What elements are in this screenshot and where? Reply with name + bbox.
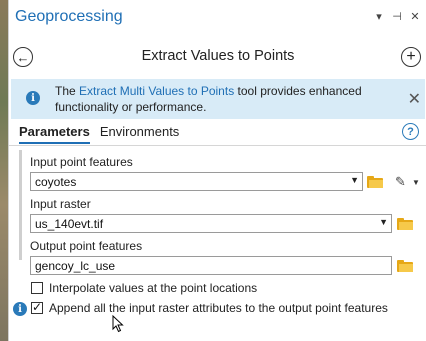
banner-suffix: tool provides enhanced bbox=[234, 84, 362, 98]
chevron-down-icon[interactable]: ▼ bbox=[379, 217, 388, 227]
output-point-features-value: gencoy_lc_use bbox=[35, 259, 116, 273]
output-point-features-input[interactable]: gencoy_lc_use bbox=[30, 256, 392, 275]
banner-line2: functionality or performance. bbox=[55, 100, 207, 114]
append-label: Append all the input raster attributes t… bbox=[49, 301, 388, 315]
input-raster-combo[interactable]: us_140evt.tif ▼ bbox=[30, 214, 392, 233]
pin-icon[interactable]: ⊣ bbox=[391, 10, 403, 23]
input-raster-label: Input raster bbox=[30, 197, 91, 211]
tool-tabs: Parameters Environments bbox=[19, 124, 179, 144]
info-banner: i The Extract Multi Values to Points too… bbox=[11, 79, 425, 119]
banner-close-icon[interactable]: ✕ bbox=[408, 89, 421, 109]
tool-title: Extract Values to Points bbox=[141, 48, 295, 64]
titlebar-icons: ▾ ⊣ ✕ bbox=[373, 10, 421, 23]
browse-folder-icon[interactable] bbox=[367, 176, 383, 188]
banner-tool-link[interactable]: Extract Multi Values to Points bbox=[79, 84, 234, 98]
menu-down-icon[interactable]: ▾ bbox=[373, 10, 385, 23]
tab-environments[interactable]: Environments bbox=[100, 124, 179, 144]
tabs-divider bbox=[9, 145, 426, 146]
output-point-features-label: Output point features bbox=[30, 239, 143, 253]
banner-text: The Extract Multi Values to Points tool … bbox=[55, 83, 395, 115]
tab-parameters[interactable]: Parameters bbox=[19, 124, 90, 144]
interpolate-checkbox[interactable] bbox=[31, 282, 43, 294]
pane-titlebar: Geoprocessing ▾ ⊣ ✕ bbox=[9, 0, 426, 36]
input-point-features-combo[interactable]: coyotes ▼ bbox=[30, 172, 363, 191]
info-icon: i bbox=[26, 91, 40, 105]
input-point-features-label: Input point features bbox=[30, 155, 133, 169]
pencil-menu-chevron-icon[interactable]: ▼ bbox=[412, 178, 420, 187]
map-background-strip bbox=[0, 0, 8, 341]
tool-header: ← Extract Values to Points + bbox=[9, 38, 426, 74]
append-checkbox[interactable] bbox=[31, 300, 43, 314]
banner-prefix: The bbox=[55, 84, 80, 98]
input-point-features-value: coyotes bbox=[35, 175, 77, 189]
pane-title: Geoprocessing bbox=[15, 8, 123, 25]
chevron-down-icon[interactable]: ▼ bbox=[350, 175, 359, 185]
geoprocessing-pane: Geoprocessing ▾ ⊣ ✕ ← Extract Values to … bbox=[8, 0, 426, 341]
interpolate-label: Interpolate values at the point location… bbox=[49, 281, 258, 295]
close-icon[interactable]: ✕ bbox=[409, 10, 421, 23]
browse-folder-icon[interactable] bbox=[397, 260, 413, 272]
browse-folder-icon[interactable] bbox=[397, 218, 413, 230]
help-icon[interactable]: ? bbox=[402, 123, 419, 140]
required-params-indicator bbox=[19, 150, 22, 260]
plus-icon[interactable]: + bbox=[401, 47, 421, 67]
mouse-cursor-icon bbox=[112, 315, 124, 333]
info-icon[interactable]: i bbox=[13, 302, 27, 316]
input-raster-value: us_140evt.tif bbox=[35, 217, 104, 231]
